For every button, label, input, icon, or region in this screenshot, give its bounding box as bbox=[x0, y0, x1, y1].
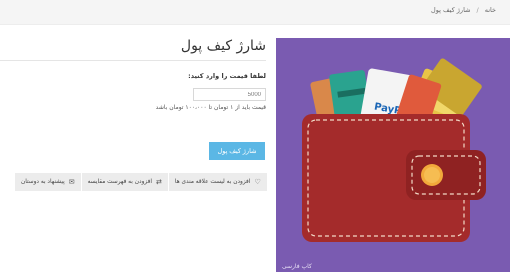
add-to-compare-button[interactable]: ⇄ افزودن به فهرست مقایسه bbox=[81, 173, 168, 191]
wallet-illustration: PayPal bbox=[276, 38, 510, 272]
amount-input[interactable] bbox=[193, 88, 266, 101]
product-title: شارژ کیف پول bbox=[180, 38, 266, 54]
price-range-note: قیمت باید از ۱ تومان تا ۱۰۰،۰۰۰ تومان با… bbox=[155, 104, 266, 111]
product-actions: ♡ افزودن به لیست علاقه مندی ها ⇄ افزودن … bbox=[15, 173, 267, 191]
envelope-icon: ✉ bbox=[68, 178, 75, 186]
heart-icon: ♡ bbox=[254, 178, 261, 186]
compare-icon: ⇄ bbox=[155, 178, 162, 186]
breadcrumb-home-link[interactable]: خانه bbox=[485, 6, 496, 14]
add-to-wishlist-label: افزودن به لیست علاقه مندی ها bbox=[174, 179, 251, 185]
price-prompt: لطفا قیمت را وارد کنید: bbox=[188, 72, 266, 80]
breadcrumb-separator: / bbox=[476, 6, 479, 14]
title-divider bbox=[0, 60, 266, 61]
charge-wallet-button[interactable]: شارژ کیف پول bbox=[209, 142, 265, 160]
product-image[interactable]: PayPal کاپ فارسی bbox=[276, 38, 510, 272]
add-to-compare-label: افزودن به فهرست مقایسه bbox=[87, 179, 152, 185]
share-with-friends-label: پیشنهاد به دوستان bbox=[21, 179, 65, 185]
breadcrumb-current: شارژ کیف پول bbox=[430, 6, 471, 14]
breadcrumb: خانه / شارژ کیف پول bbox=[0, 0, 510, 25]
share-with-friends-button[interactable]: ✉ پیشنهاد به دوستان bbox=[15, 173, 81, 191]
image-watermark: کاپ فارسی bbox=[282, 263, 312, 270]
add-to-wishlist-button[interactable]: ♡ افزودن به لیست علاقه مندی ها bbox=[168, 173, 267, 191]
